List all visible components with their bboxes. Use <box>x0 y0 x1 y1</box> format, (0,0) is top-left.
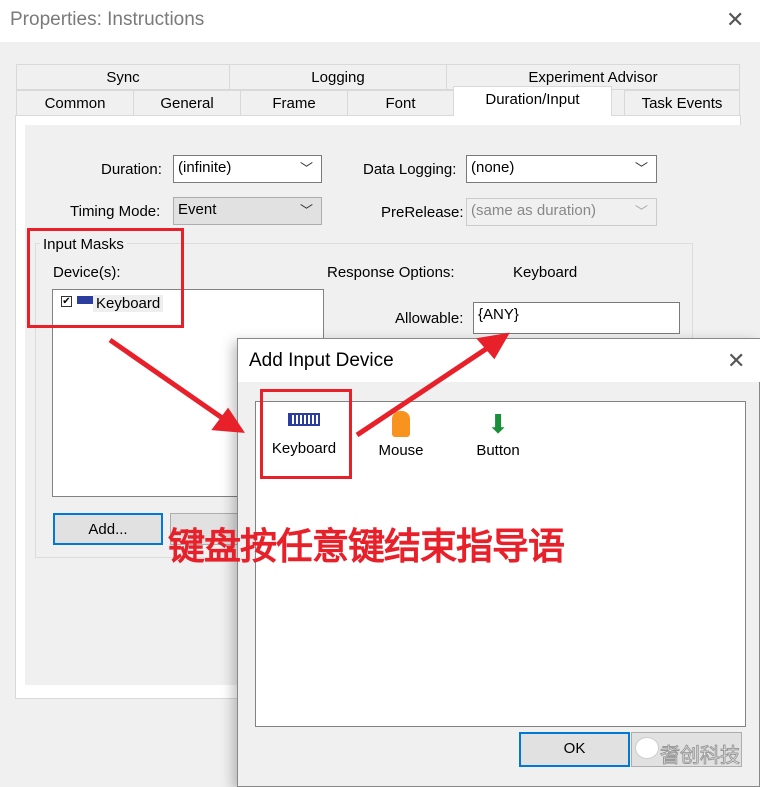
watermark: 耆创科技 <box>660 745 741 768</box>
annotation-arrows <box>108 332 510 438</box>
annotation-text: 键盘按任意键结束指导语 <box>168 525 565 568</box>
arrow-to-dialog <box>108 337 230 425</box>
tab-duration-input[interactable]: Duration/Input <box>453 86 612 116</box>
wechat-icon <box>635 737 659 759</box>
arrow-to-allowable <box>355 340 497 438</box>
